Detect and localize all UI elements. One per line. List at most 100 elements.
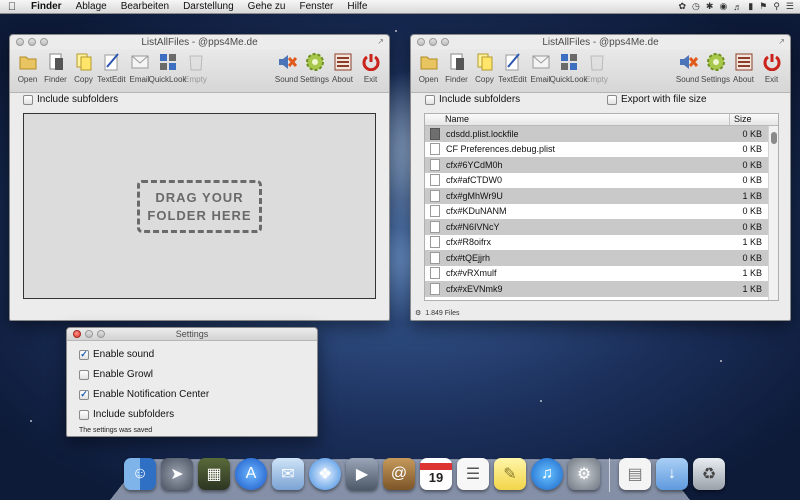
menu-darstellung[interactable]: Darstellung xyxy=(176,1,241,12)
checkbox-box[interactable] xyxy=(425,94,435,105)
notes-dock-icon[interactable]: ✎ xyxy=(494,458,526,490)
zoom-button[interactable] xyxy=(97,330,105,338)
settings-button[interactable]: Settings xyxy=(701,51,730,84)
zoom-button[interactable] xyxy=(441,38,449,46)
folder-drop-zone[interactable]: DRAG YOUR FOLDER HERE xyxy=(23,113,376,299)
photos-dock-icon[interactable]: ▦ xyxy=(198,458,230,490)
empty-button[interactable]: Empty xyxy=(182,51,209,84)
reminders-dock-icon[interactable]: ☰ xyxy=(457,458,489,490)
mail-dock-icon[interactable]: ✉ xyxy=(272,458,304,490)
column-header-name[interactable]: Name xyxy=(425,114,730,125)
time-machine-icon[interactable]: ◷ xyxy=(692,1,700,12)
open-button[interactable]: Open xyxy=(415,51,442,84)
menu-ablage[interactable]: Ablage xyxy=(69,1,114,12)
quicklook-icon xyxy=(158,51,178,73)
settings-button[interactable]: Settings xyxy=(300,51,329,84)
minimize-button[interactable] xyxy=(429,38,437,46)
checkbox-checked[interactable]: ✓ xyxy=(79,349,89,360)
menu-app-finder[interactable]: Finder xyxy=(24,1,69,12)
enable-notification-center-checkbox[interactable]: ✓ Enable Notification Center xyxy=(79,389,209,400)
export-with-size-checkbox[interactable]: Export with file size xyxy=(607,94,707,105)
copy-button[interactable]: Copy xyxy=(471,51,498,84)
trash-dock-icon[interactable]: ♻ xyxy=(693,458,725,490)
empty-button[interactable]: Empty xyxy=(583,51,610,84)
downloads-folder-dock-icon[interactable]: ↓ xyxy=(656,458,688,490)
about-button[interactable]: About xyxy=(329,51,356,84)
flag-icon[interactable]: ⚑ xyxy=(759,1,767,12)
paw-icon[interactable]: ✿ xyxy=(678,1,686,12)
launchpad-dock-icon[interactable]: ➤ xyxy=(161,458,193,490)
checkbox-box[interactable] xyxy=(79,409,89,420)
quicklook-button[interactable]: QuickLook xyxy=(550,51,587,84)
file-row[interactable]: cfx#afCTDW0 0 KB xyxy=(425,173,768,189)
checkbox-box[interactable] xyxy=(79,369,89,380)
gear-small-icon[interactable]: ⚙ xyxy=(415,309,421,317)
star xyxy=(395,30,397,32)
scrollbar-thumb[interactable] xyxy=(771,132,777,144)
menu-gehe-zu[interactable]: Gehe zu xyxy=(241,1,293,12)
finder-dock-icon[interactable]: ☺ xyxy=(124,458,156,490)
file-size: 1 KB xyxy=(742,268,762,279)
include-subfolders-checkbox[interactable]: Include subfolders xyxy=(425,94,520,105)
fullscreen-icon[interactable]: ↗ xyxy=(377,37,384,46)
bluetooth-icon[interactable]: ✱ xyxy=(706,1,714,12)
menu-bearbeiten[interactable]: Bearbeiten xyxy=(114,1,176,12)
file-row[interactable]: cfx#xEVNmk9 1 KB xyxy=(425,281,768,297)
battery-icon[interactable]: ▮ xyxy=(748,1,753,12)
close-button[interactable] xyxy=(417,38,425,46)
menu-fenster[interactable]: Fenster xyxy=(292,1,340,12)
file-row[interactable]: cfx#R8oifrx 1 KB xyxy=(425,235,768,251)
facetime-dock-icon[interactable]: ▶ xyxy=(346,458,378,490)
finder-button[interactable]: Finder xyxy=(42,51,69,84)
contacts-dock-icon[interactable]: @ xyxy=(383,458,415,490)
file-row[interactable]: cfx#N6IVNcY 0 KB xyxy=(425,219,768,235)
settings-include-subfolders-checkbox[interactable]: Include subfolders xyxy=(79,409,174,420)
close-button[interactable] xyxy=(16,38,24,46)
zoom-button[interactable] xyxy=(40,38,48,46)
safari-dock-icon[interactable]: ❖ xyxy=(309,458,341,490)
about-button[interactable]: About xyxy=(730,51,757,84)
calendar-dock-icon[interactable]: 19 xyxy=(420,458,452,490)
list-icon[interactable]: ☰ xyxy=(786,1,794,12)
app-store-dock-icon[interactable]: A xyxy=(235,458,267,490)
window-controls xyxy=(73,330,105,338)
exit-button[interactable]: Exit xyxy=(758,51,785,84)
wifi-icon[interactable]: ◉ xyxy=(719,1,727,12)
sound-button[interactable]: Sound xyxy=(273,51,300,84)
spotlight-icon[interactable]: ⚲ xyxy=(773,1,780,12)
textedit-button[interactable]: TextEdit xyxy=(498,51,527,84)
minimize-button[interactable] xyxy=(85,330,93,338)
exit-button[interactable]: Exit xyxy=(357,51,384,84)
sound-button[interactable]: Sound xyxy=(674,51,701,84)
file-row[interactable]: cfx#KDuNANM 0 KB xyxy=(425,204,768,220)
itunes-dock-icon[interactable]: ♫ xyxy=(531,458,563,490)
volume-icon[interactable]: ♬ xyxy=(733,2,742,12)
file-row[interactable]: cfx#tQEjjrh 0 KB xyxy=(425,250,768,266)
include-subfolders-checkbox[interactable]: Include subfolders xyxy=(23,94,118,105)
textedit-button[interactable]: TextEdit xyxy=(97,51,126,84)
document-dock-icon[interactable]: ▤ xyxy=(619,458,651,490)
checkbox-box[interactable] xyxy=(23,94,33,105)
vertical-scrollbar[interactable] xyxy=(768,126,778,300)
checkbox-box[interactable] xyxy=(607,94,617,105)
apple-menu-icon[interactable]:  xyxy=(0,1,24,13)
close-button[interactable] xyxy=(73,330,81,338)
enable-growl-checkbox[interactable]: Enable Growl xyxy=(79,369,153,380)
file-row[interactable]: cdsdd.plist.lockfile 0 KB xyxy=(425,126,768,142)
file-row[interactable]: cfx#gMhWr9U 1 KB xyxy=(425,188,768,204)
file-row[interactable]: cfx#6YCdM0h 0 KB xyxy=(425,157,768,173)
file-row[interactable]: CF Preferences.debug.plist 0 KB xyxy=(425,142,768,158)
column-header-size[interactable]: Size xyxy=(730,114,778,125)
system-preferences-dock-icon[interactable]: ⚙ xyxy=(568,458,600,490)
quicklook-label: QuickLook xyxy=(148,75,187,84)
enable-sound-checkbox[interactable]: ✓ Enable sound xyxy=(79,349,154,360)
minimize-button[interactable] xyxy=(28,38,36,46)
checkbox-checked[interactable]: ✓ xyxy=(79,389,89,400)
fullscreen-icon[interactable]: ↗ xyxy=(778,37,785,46)
quicklook-button[interactable]: QuickLook xyxy=(149,51,186,84)
file-row[interactable]: cfx#vRXmulf 1 KB xyxy=(425,266,768,282)
menu-hilfe[interactable]: Hilfe xyxy=(340,1,374,12)
copy-button[interactable]: Copy xyxy=(70,51,97,84)
finder-button[interactable]: Finder xyxy=(443,51,470,84)
open-button[interactable]: Open xyxy=(14,51,41,84)
